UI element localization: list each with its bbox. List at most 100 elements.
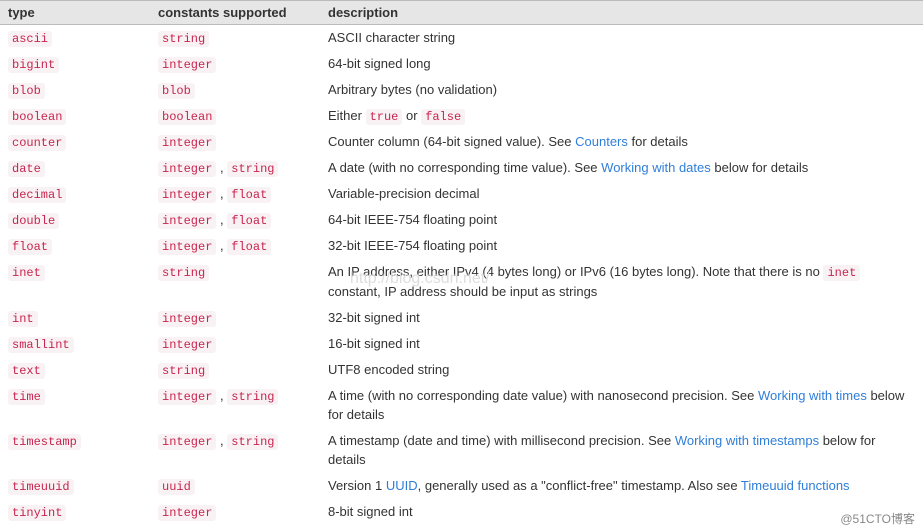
doc-link[interactable]: Timeuuid functions <box>741 478 850 493</box>
constant-code: integer <box>158 57 216 73</box>
cell-constants: integer <box>150 331 320 357</box>
cell-description: ASCII character string <box>320 25 923 52</box>
constant-code: integer <box>158 161 216 177</box>
constant-code: float <box>227 187 271 203</box>
cell-description: Counter column (64-bit signed value). Se… <box>320 129 923 155</box>
cell-description: Either true or false <box>320 103 923 129</box>
cell-type: float <box>0 233 150 259</box>
cell-type: smallint <box>0 331 150 357</box>
constant-code: string <box>227 389 278 405</box>
cell-type: inet <box>0 259 150 305</box>
table-row: textstringUTF8 encoded string <box>0 357 923 383</box>
table-row: timestamp integer , stringA timestamp (da… <box>0 428 923 473</box>
cell-description: 64-bit signed long <box>320 51 923 77</box>
cell-constants: integer <box>150 499 320 525</box>
type-code: tinyint <box>8 505 66 521</box>
constant-code: integer <box>158 434 216 450</box>
cell-constants: integer , string <box>150 428 320 473</box>
doc-link[interactable]: Working with dates <box>601 160 711 175</box>
cell-type: time <box>0 383 150 428</box>
type-code: int <box>8 311 38 327</box>
type-code: boolean <box>8 109 66 125</box>
doc-link[interactable]: Working with timestamps <box>675 433 819 448</box>
cell-type: counter <box>0 129 150 155</box>
type-code: date <box>8 161 45 177</box>
cell-constants: string <box>150 259 320 305</box>
cell-constants: uuid <box>150 473 320 499</box>
cell-description: UTF8 encoded string <box>320 357 923 383</box>
cell-constants: blob <box>150 77 320 103</box>
table-row: bigintinteger64-bit signed long <box>0 51 923 77</box>
inline-code: inet <box>823 265 860 281</box>
table-row: decimal integer , floatVariable-precision… <box>0 181 923 207</box>
constant-code: integer <box>158 213 216 229</box>
cell-type: boolean <box>0 103 150 129</box>
cell-type: decimal <box>0 181 150 207</box>
table-row: uuiduuidA UUID (of any version) <box>0 525 923 529</box>
constant-code: integer <box>158 239 216 255</box>
cell-description: 64-bit IEEE-754 floating point <box>320 207 923 233</box>
header-constants: constants supported <box>150 1 320 25</box>
constant-code: boolean <box>158 109 216 125</box>
cell-constants: integer , string <box>150 155 320 181</box>
cell-constants: string <box>150 357 320 383</box>
table-row: blob blob Arbitrary bytes (no validation) <box>0 77 923 103</box>
type-code: time <box>8 389 45 405</box>
cell-constants: integer , float <box>150 181 320 207</box>
cell-description: 32-bit signed int <box>320 305 923 331</box>
doc-link[interactable]: Counters <box>575 134 628 149</box>
inline-code: false <box>421 109 465 125</box>
cell-type: timestamp <box>0 428 150 473</box>
cell-description: Arbitrary bytes (no validation) <box>320 77 923 103</box>
table-row: boolean boolean Either true or false <box>0 103 923 129</box>
constant-code: float <box>227 239 271 255</box>
cell-type: tinyint <box>0 499 150 525</box>
cell-type: ascii <box>0 25 150 52</box>
cell-type: double <box>0 207 150 233</box>
table-row: dateinteger , stringA date (with no corr… <box>0 155 923 181</box>
cell-type: uuid <box>0 525 150 529</box>
constant-code: integer <box>158 187 216 203</box>
type-code: counter <box>8 135 66 151</box>
cell-type: timeuuid <box>0 473 150 499</box>
table-row: smallintinteger16-bit signed int <box>0 331 923 357</box>
cell-constants: string <box>150 25 320 52</box>
table-row: tinyintinteger8-bit signed int <box>0 499 923 525</box>
type-code: inet <box>8 265 45 281</box>
cell-constants: integer <box>150 51 320 77</box>
cell-description: A time (with no corresponding date value… <box>320 383 923 428</box>
type-code: decimal <box>8 187 66 203</box>
constant-code: string <box>158 265 209 281</box>
constant-code: integer <box>158 505 216 521</box>
cell-description: Variable-precision decimal <box>320 181 923 207</box>
cell-type: int <box>0 305 150 331</box>
cell-type: blob <box>0 77 150 103</box>
cell-description: An IP address, either IPv4 (4 bytes long… <box>320 259 923 305</box>
header-description: description <box>320 1 923 25</box>
cell-constants: integer , string <box>150 383 320 428</box>
cell-constants: integer <box>150 129 320 155</box>
doc-link[interactable]: UUID <box>386 478 418 493</box>
cell-constants: integer <box>150 305 320 331</box>
constant-code: integer <box>158 311 216 327</box>
cell-description: A timestamp (date and time) with millise… <box>320 428 923 473</box>
constant-code: integer <box>158 389 216 405</box>
table-row: int integer 32-bit signed int <box>0 305 923 331</box>
cell-constants: uuid <box>150 525 320 529</box>
constant-code: string <box>158 31 209 47</box>
table-row: counter integer Counter column (64-bit sig… <box>0 129 923 155</box>
types-table: type constants supported description asc… <box>0 0 923 529</box>
doc-link[interactable]: Working with times <box>758 388 867 403</box>
constant-code: blob <box>158 83 195 99</box>
table-header-row: type constants supported description <box>0 1 923 25</box>
type-code: smallint <box>8 337 74 353</box>
type-code: float <box>8 239 52 255</box>
cell-constants: integer , float <box>150 233 320 259</box>
cell-description: Version 1 UUID, generally used as a "con… <box>320 473 923 499</box>
type-code: timestamp <box>8 434 81 450</box>
cell-constants: integer , float <box>150 207 320 233</box>
constant-code: integer <box>158 135 216 151</box>
constant-code: string <box>227 434 278 450</box>
header-type: type <box>0 1 150 25</box>
type-code: ascii <box>8 31 52 47</box>
